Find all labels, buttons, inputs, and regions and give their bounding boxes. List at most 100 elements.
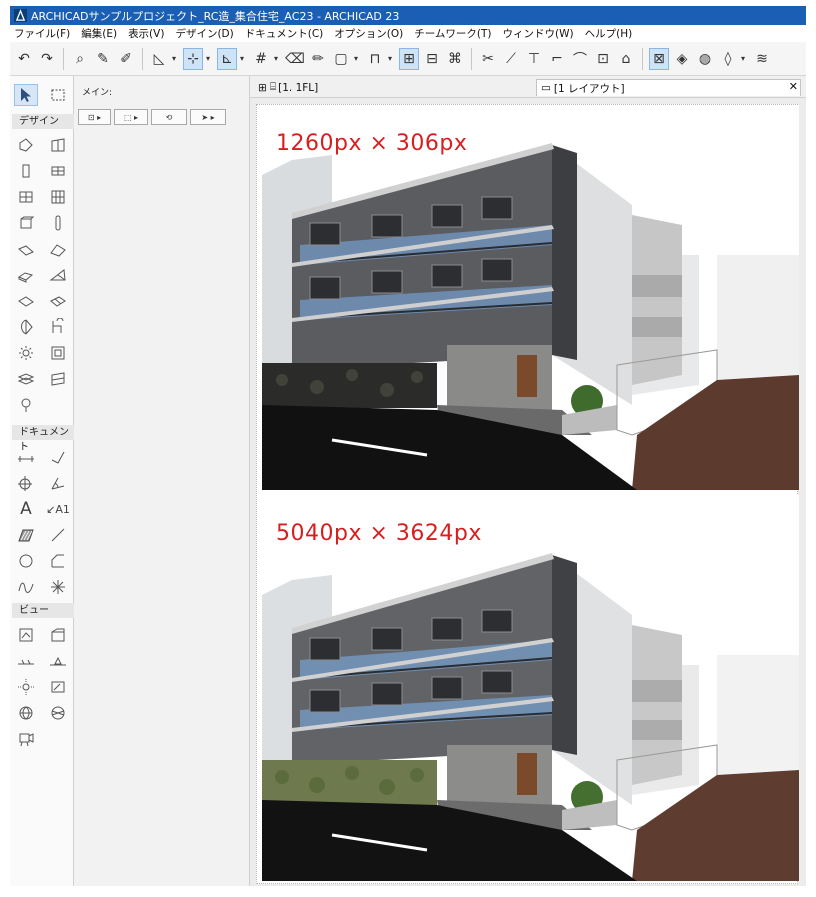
- suspend-groups-icon[interactable]: ⊞: [399, 47, 419, 70]
- renovation-icon[interactable]: ◍: [695, 48, 715, 70]
- arrow-options-button[interactable]: ➤ ▸: [190, 109, 226, 125]
- scale-icon[interactable]: ⊟: [422, 48, 442, 70]
- detail-tool-icon[interactable]: [14, 676, 38, 698]
- close-icon[interactable]: ✕: [789, 80, 798, 93]
- chevron-down-icon[interactable]: ▾: [240, 48, 248, 70]
- interior-elevation-tool-icon[interactable]: [46, 650, 70, 672]
- lock-icon[interactable]: ⊓: [365, 48, 385, 70]
- radial-dimension-tool-icon[interactable]: [14, 472, 38, 494]
- flag-tool-icon[interactable]: [46, 368, 70, 390]
- offset-icon[interactable]: ⌒: [570, 48, 590, 70]
- home-story-icon[interactable]: ⌂: [616, 48, 636, 70]
- rotate-button[interactable]: ⟲: [151, 109, 187, 125]
- hotspot-tool-icon[interactable]: [46, 576, 70, 598]
- menu-document[interactable]: ドキュメント(C): [245, 26, 324, 41]
- door-tool-icon[interactable]: [46, 186, 70, 208]
- menu-edit[interactable]: 編集(E): [81, 26, 117, 41]
- menu-help[interactable]: ヘルプ(H): [585, 26, 633, 41]
- label-tool-text: A1: [55, 502, 70, 516]
- undo-icon[interactable]: ↶: [14, 48, 34, 70]
- guide-lines-icon[interactable]: ⊹: [183, 47, 203, 70]
- level-dimension-tool-icon[interactable]: [46, 446, 70, 468]
- chevron-down-icon[interactable]: ▾: [172, 48, 180, 70]
- graphic-override-icon[interactable]: ◊: [718, 48, 738, 70]
- sun-tool-icon[interactable]: [14, 342, 38, 364]
- elevation-tool-icon[interactable]: [14, 650, 38, 672]
- arrow-select-icon[interactable]: [14, 84, 38, 106]
- menu-view[interactable]: 表示(V): [128, 26, 164, 41]
- tab-layout[interactable]: ▭ [1 レイアウト]: [536, 79, 801, 96]
- location-pin-icon[interactable]: [14, 394, 38, 416]
- intersect-icon[interactable]: ⊤: [524, 48, 544, 70]
- redo-icon[interactable]: ↷: [37, 48, 57, 70]
- tab-1fl[interactable]: ⊞ ⌸ [1. 1FL]: [254, 79, 322, 96]
- 3d-document-tool-icon[interactable]: [46, 702, 70, 724]
- grid-snap-icon[interactable]: #: [251, 48, 271, 70]
- mesh-tool-icon[interactable]: [46, 264, 70, 286]
- lamp-tool-icon[interactable]: [46, 212, 70, 234]
- shell-tool-icon[interactable]: [14, 264, 38, 286]
- line-tool-icon[interactable]: [46, 524, 70, 546]
- trace-icon[interactable]: ◺: [149, 48, 169, 70]
- marquee-select-icon[interactable]: [46, 84, 70, 106]
- fill-tool-icon[interactable]: [14, 524, 38, 546]
- roof-tool-icon[interactable]: [46, 238, 70, 260]
- change-tool-icon[interactable]: [46, 676, 70, 698]
- stair-tool-icon[interactable]: [14, 290, 38, 312]
- layout-canvas[interactable]: 1260px × 306px 5040px × 3624px: [250, 98, 806, 886]
- camera-tool-icon[interactable]: [14, 728, 38, 750]
- selection-method-button[interactable]: ⊡ ▸: [78, 109, 111, 125]
- section-tool-icon[interactable]: [14, 624, 38, 646]
- worksheet-tool-icon[interactable]: [46, 624, 70, 646]
- curtain-wall-tool-icon[interactable]: [46, 134, 70, 156]
- wall-tool-icon[interactable]: [14, 134, 38, 156]
- menu-options[interactable]: オプション(O): [334, 26, 403, 41]
- marquee-mode-button[interactable]: ⬚ ▸: [114, 109, 148, 125]
- eyedropper-icon[interactable]: ✎: [93, 48, 113, 70]
- explode-icon[interactable]: ⊡: [593, 48, 613, 70]
- zone-tool-icon[interactable]: [14, 316, 38, 338]
- beam-tool-icon[interactable]: [46, 160, 70, 182]
- adjust-icon[interactable]: ⟋: [501, 48, 521, 70]
- opening-tool-icon[interactable]: [14, 368, 38, 390]
- chevron-down-icon[interactable]: ▾: [274, 48, 282, 70]
- menu-window[interactable]: ウィンドウ(W): [503, 26, 574, 41]
- quick-options-icon[interactable]: ⊠: [649, 47, 669, 70]
- object-tool-icon[interactable]: [14, 212, 38, 234]
- window-tool-icon[interactable]: [14, 186, 38, 208]
- slab-tool-icon[interactable]: [14, 238, 38, 260]
- polyline-tool-icon[interactable]: [46, 550, 70, 572]
- design-section-header[interactable]: デザイン: [12, 114, 74, 129]
- more-tools-icon[interactable]: ≋: [752, 48, 772, 70]
- menu-teamwork[interactable]: チームワーク(T): [414, 26, 491, 41]
- menu-file[interactable]: ファイル(F): [14, 26, 70, 41]
- railing-tool-icon[interactable]: [46, 290, 70, 312]
- chevron-down-icon[interactable]: ▾: [388, 48, 396, 70]
- split-icon[interactable]: ✂: [478, 48, 498, 70]
- chevron-down-icon[interactable]: ▾: [354, 48, 362, 70]
- fillet-icon[interactable]: ⌐: [547, 48, 567, 70]
- view-section-header[interactable]: ビュー: [12, 603, 74, 618]
- angle-dimension-tool-icon[interactable]: [46, 472, 70, 494]
- label-tool-icon[interactable]: ↙ A1: [46, 498, 70, 520]
- dimension-tool-icon[interactable]: [14, 446, 38, 468]
- pen-icon[interactable]: ✏: [308, 48, 328, 70]
- skylight-tool-icon[interactable]: [46, 342, 70, 364]
- spline-tool-icon[interactable]: [14, 576, 38, 598]
- menu-design[interactable]: デザイン(D): [175, 26, 233, 41]
- snap-guides-icon[interactable]: ⊾: [217, 47, 237, 70]
- document-section-header[interactable]: ドキュメント: [12, 425, 74, 453]
- column-tool-icon[interactable]: [14, 160, 38, 182]
- select-frame-icon[interactable]: ▢: [331, 48, 351, 70]
- text-tool-icon[interactable]: A: [14, 498, 38, 520]
- circle-tool-icon[interactable]: [14, 550, 38, 572]
- find-select-icon[interactable]: ⌕: [70, 48, 90, 70]
- move-icon[interactable]: ⌘: [445, 48, 465, 70]
- morph-tool-icon[interactable]: [46, 316, 70, 338]
- layers-icon[interactable]: ◈: [672, 48, 692, 70]
- globe-tool-icon[interactable]: [14, 702, 38, 724]
- eraser-icon[interactable]: ⌫: [285, 48, 305, 70]
- chevron-down-icon[interactable]: ▾: [741, 48, 749, 70]
- syringe-icon[interactable]: ✐: [116, 48, 136, 70]
- chevron-down-icon[interactable]: ▾: [206, 48, 214, 70]
